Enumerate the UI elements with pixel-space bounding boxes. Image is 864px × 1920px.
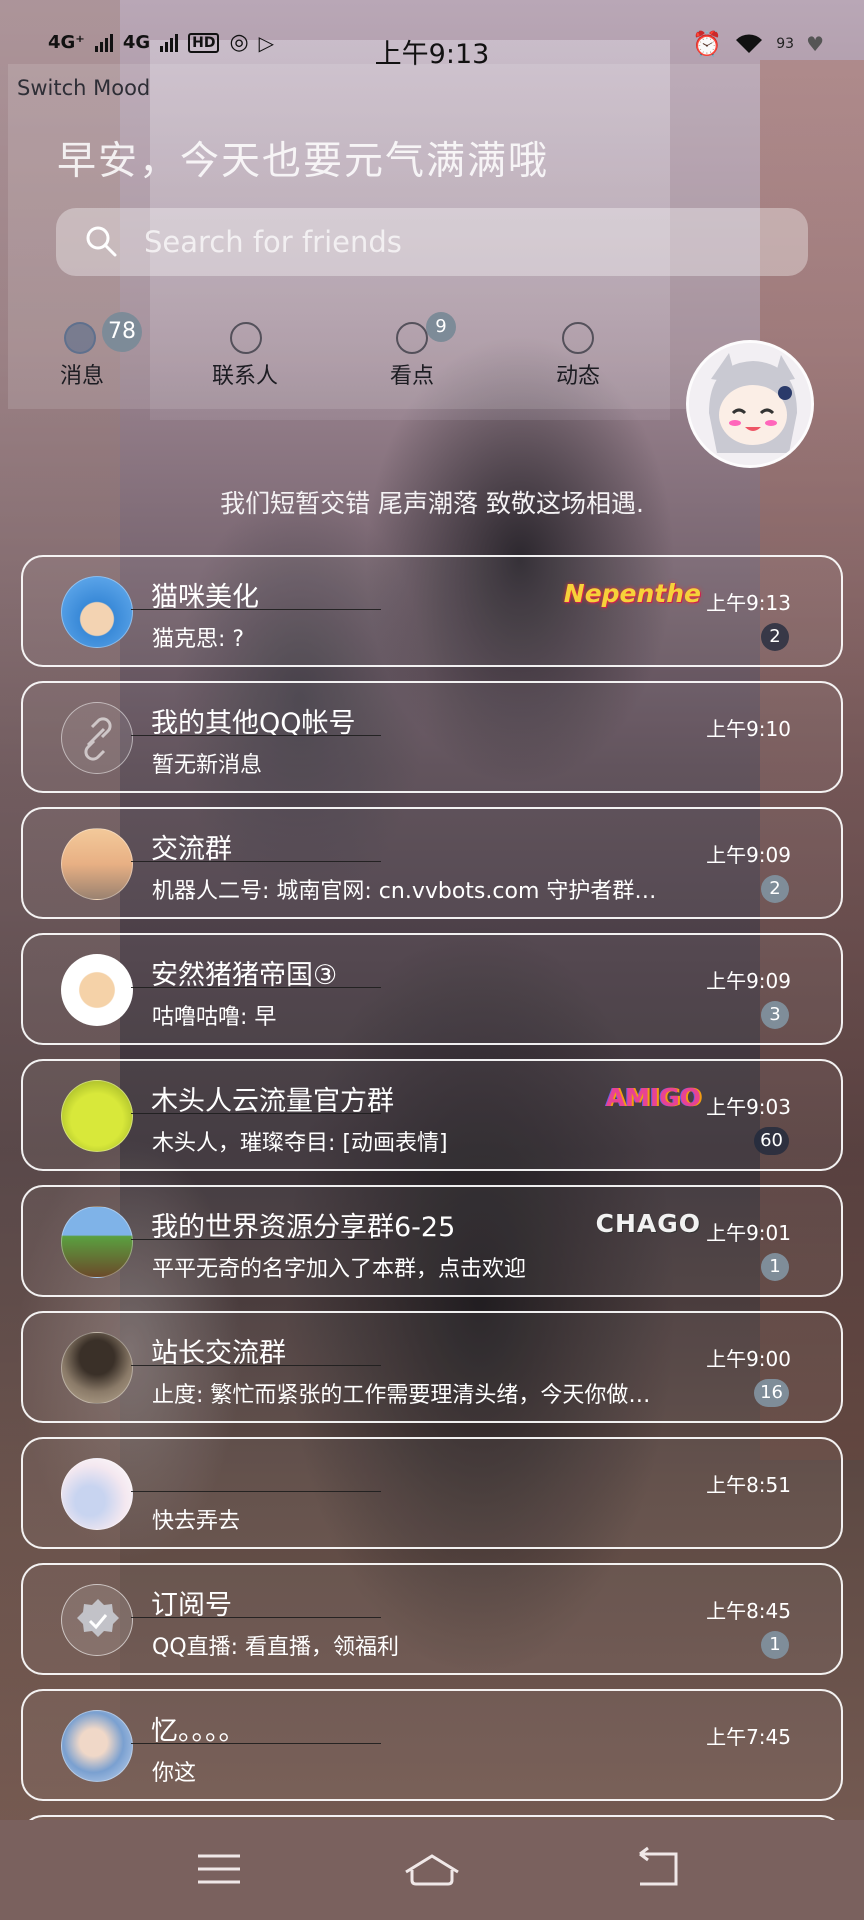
chat-item[interactable]: 木头人云流量官方群 木头人，璀璨夺目: [动画表情] AMIGO 上午9:03 … (21, 1059, 843, 1171)
chat-preview: 快去弄去 (152, 1509, 241, 1534)
tab-dot-icon (64, 322, 96, 354)
tab-label: 看点 (390, 364, 435, 389)
chat-item[interactable]: 忆。。。。 你这 上午7:45 (21, 1689, 843, 1801)
alarm-icon: ⏰ (692, 30, 723, 58)
name-underline (131, 987, 381, 988)
chat-item[interactable]: 安然猪猪帝国③ 咕噜咕噜: 早 上午9:09 3 (21, 933, 843, 1045)
chat-time: 上午9:01 (706, 1221, 791, 1245)
tab-feed[interactable]: 动态 (556, 312, 676, 392)
chat-item[interactable]: 订阅号 QQ直播: 看直播，领福利 上午8:45 1 (21, 1563, 843, 1675)
search-bar[interactable] (56, 208, 808, 276)
chat-preview: 木头人，璀璨夺目: [动画表情] (152, 1131, 448, 1156)
avatar (61, 1080, 133, 1152)
avatar (61, 1710, 133, 1782)
chat-time: 上午9:03 (706, 1095, 791, 1119)
chat-item[interactable]: 交流群 机器人二号: 城南官网: cn.vvbots.com 守护者群… 上午9… (21, 807, 843, 919)
tab-label: 消息 (60, 364, 105, 389)
tab-dot-icon (396, 322, 428, 354)
avatar (61, 1458, 133, 1530)
avatar (61, 828, 133, 900)
status-bar: 4G⁺ 4G HD ◎ ▷ 上午9:13 ⏰ 93 ♥ (0, 0, 864, 72)
wifi-icon (736, 34, 763, 53)
chat-item[interactable]: 站长交流群 止度: 繁忙而紧张的工作需要理清头绪，今天你做… 上午9:00 16 (21, 1311, 843, 1423)
chat-item[interactable]: 快去弄去 上午8:51 (21, 1437, 843, 1549)
chat-time: 上午9:10 (706, 717, 791, 741)
chat-item[interactable]: 我的其他QQ帐号 暂无新消息 上午9:10 (21, 681, 843, 793)
back-icon[interactable] (630, 1844, 690, 1894)
unread-badge: 78 (102, 312, 142, 352)
system-nav-bar (0, 1820, 864, 1920)
status-right: ⏰ 93 ♥ (692, 30, 824, 58)
unread-badge: 1 (761, 1253, 789, 1281)
tab-dot-icon (562, 322, 594, 354)
name-underline (131, 609, 381, 610)
greeting-text: 早安，今天也要元气满满哦 (57, 139, 550, 184)
chat-time: 上午9:09 (706, 969, 791, 993)
tab-contacts[interactable]: 联系人 (212, 312, 332, 392)
tab-label: 联系人 (212, 364, 279, 389)
unread-badge: 9 (426, 312, 456, 342)
chat-preview: 止度: 繁忙而紧张的工作需要理清头绪，今天你做… (152, 1383, 651, 1408)
avatar (61, 1206, 133, 1278)
link-icon (84, 717, 112, 761)
group-tag-logo: Nepenthe (563, 579, 701, 608)
unread-badge: 16 (754, 1379, 789, 1407)
avatar (61, 1584, 133, 1656)
unread-badge: 2 (761, 875, 789, 903)
group-tag-logo: CHAGO (595, 1209, 701, 1238)
battery-level: 93 (776, 36, 795, 52)
unread-badge: 60 (754, 1127, 789, 1155)
name-underline (131, 1617, 381, 1618)
avatar (61, 1332, 133, 1404)
unread-badge: 3 (761, 1001, 789, 1029)
chat-preview: 平平无奇的名字加入了本群，点击欢迎 (152, 1257, 527, 1282)
chat-preview: 机器人二号: 城南官网: cn.vvbots.com 守护者群… (152, 879, 657, 904)
search-input[interactable] (144, 208, 764, 276)
avatar (61, 576, 133, 648)
chat-time: 上午8:45 (706, 1599, 791, 1623)
chat-time: 上午8:51 (706, 1473, 791, 1497)
tab-dot-icon (230, 322, 262, 354)
name-underline (131, 861, 381, 862)
menu-icon[interactable] (190, 1844, 250, 1894)
name-underline (131, 735, 381, 736)
avatar (61, 702, 133, 774)
verified-badge-icon (77, 1599, 119, 1637)
chat-time: 上午9:00 (706, 1347, 791, 1371)
name-underline (131, 1743, 381, 1744)
unread-badge: 2 (761, 623, 789, 651)
chat-time: 上午9:13 (706, 591, 791, 615)
chat-preview: 猫克思: ? (152, 627, 245, 652)
tab-watch[interactable]: 9 看点 (390, 312, 510, 392)
search-icon (86, 226, 117, 257)
tab-messages[interactable]: 78 消息 (58, 312, 178, 392)
chat-time: 上午9:09 (706, 843, 791, 867)
chat-item[interactable]: 我的世界资源分享群6-25 平平无奇的名字加入了本群，点击欢迎 CHAGO 上午… (21, 1185, 843, 1297)
anime-avatar-icon (689, 343, 811, 465)
chat-preview: 咕噜咕噜: 早 (152, 1005, 277, 1030)
name-underline (131, 1491, 381, 1492)
unread-badge: 1 (761, 1631, 789, 1659)
chat-preview: 暂无新消息 (152, 753, 263, 778)
heart-icon: ♥ (806, 32, 824, 56)
home-icon[interactable] (402, 1844, 462, 1894)
name-underline (131, 1365, 381, 1366)
chat-time: 上午7:45 (706, 1725, 791, 1749)
chat-preview: QQ直播: 看直播，领福利 (152, 1635, 400, 1660)
chat-preview: 你这 (152, 1761, 197, 1786)
profile-avatar[interactable] (686, 340, 814, 468)
avatar (61, 954, 133, 1026)
switch-mood-button[interactable]: Switch Mood (17, 76, 150, 100)
name-underline (131, 1239, 381, 1240)
tab-label: 动态 (556, 364, 601, 389)
chat-item[interactable]: 猫咪美化 猫克思: ? Nepenthe 上午9:13 2 (21, 555, 843, 667)
name-underline (131, 1113, 381, 1114)
motto-text: 我们短暂交错 尾声潮落 致敬这场相遇. (220, 489, 644, 518)
group-tag-logo: AMIGO (605, 1083, 701, 1112)
